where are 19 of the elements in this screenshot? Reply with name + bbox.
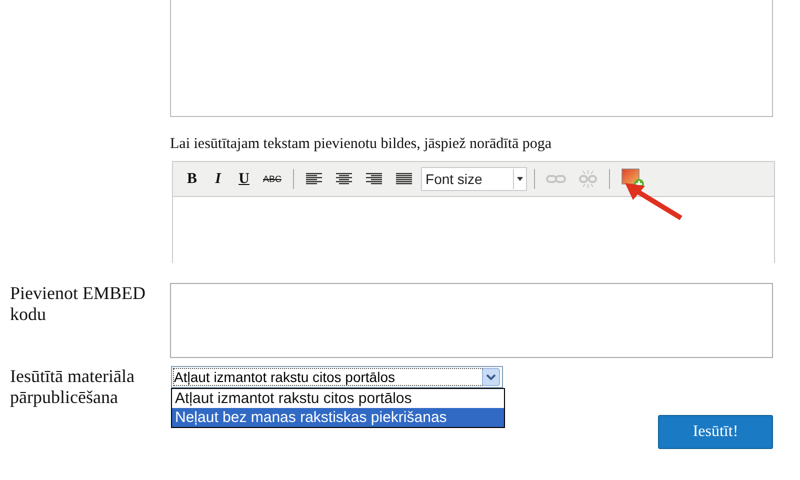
align-right-icon[interactable]	[364, 172, 383, 186]
instruction-text: Lai iesūtītajam tekstam pievienotu bildes, jāspiež norādītā poga	[170, 136, 552, 153]
align-center-icon[interactable]	[334, 172, 353, 186]
dropdown-option[interactable]: Neļaut bez manas rakstiskas piekrišanas	[172, 408, 504, 427]
embed-code-label: Pievienot EMBED kodu	[10, 283, 146, 326]
submit-button[interactable]: Iesūtīt!	[658, 415, 773, 449]
republish-label: Iesūtītā materiāla pārpublicēšana	[10, 366, 136, 409]
bold-button[interactable]: B	[181, 170, 203, 188]
underline-button[interactable]: U	[233, 170, 255, 188]
strike-button[interactable]: ABC	[259, 174, 286, 184]
align-left-icon[interactable]	[304, 172, 323, 186]
dropdown-arrow-icon	[512, 169, 526, 189]
pointer-arrow-icon	[623, 180, 685, 222]
dropdown-option[interactable]: Atļaut izmantot rakstu citos portālos	[172, 389, 504, 408]
italic-button[interactable]: I	[207, 170, 229, 188]
font-size-select[interactable]: Font size	[420, 167, 527, 191]
align-justify-icon[interactable]	[394, 172, 413, 186]
embed-code-field[interactable]	[170, 283, 773, 358]
republish-select[interactable]: Atļaut izmantot rakstu citos portālos	[171, 366, 503, 388]
